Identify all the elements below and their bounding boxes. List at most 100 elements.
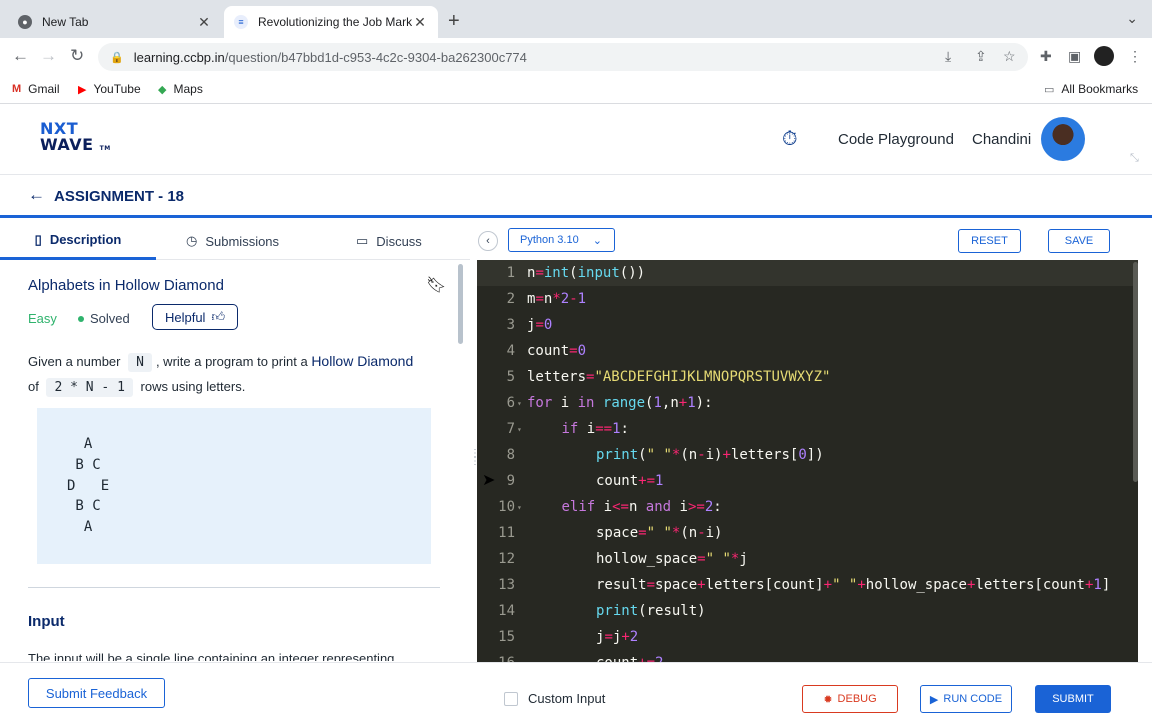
fold-chevron-icon[interactable]: ▾ [517,425,522,434]
close-icon[interactable]: ✕ [412,14,428,31]
chevron-down-icon: ⌄ [592,234,602,247]
code-token: ]) [806,447,824,463]
profile-avatar-icon[interactable] [1094,46,1114,66]
code-line[interactable]: 13 result=space+letters[count]+" "+hollow… [477,572,1138,598]
save-button[interactable]: SAVE [1048,229,1110,253]
avatar[interactable] [1041,117,1085,161]
code-token: letters[count] [705,577,824,593]
code-line[interactable]: 14 print(result) [477,598,1138,624]
custom-input-checkbox[interactable] [504,691,518,706]
code-line[interactable]: 1 n=int(input()) [477,260,1138,286]
more-vert-icon[interactable]: ⋮ [1128,48,1142,65]
run-code-button[interactable]: ▶ RUN CODE [920,685,1012,713]
submit-feedback-button[interactable]: Submit Feedback [28,678,165,708]
code-line[interactable]: 2 m=n*2-1 [477,286,1138,312]
fold-chevron-icon[interactable]: ▾ [517,399,522,408]
line-number: 13 [498,577,515,593]
tab-description[interactable]: ▯ Description [0,222,156,260]
code-chip: N [128,353,152,372]
submit-button[interactable]: SUBMIT [1035,685,1111,713]
download-icon[interactable]: ⤓ [945,48,951,65]
user-name[interactable]: Chandini [972,131,1031,148]
status-label: Solved [90,311,130,326]
reset-button[interactable]: RESET [958,229,1021,253]
code-text: letters="ABCDEFGHIJKLMNOPQRSTUVWXYZ" [527,369,830,385]
code-token: = [697,551,706,567]
code-token: <= [612,499,629,515]
code-token: if [561,421,579,437]
reload-icon[interactable]: ↻ [70,46,84,66]
code-token: i) [705,525,723,541]
pane-resize-handle[interactable]: ⋮ ⋮ [470,449,480,486]
code-line[interactable]: 9 count+=1 [477,468,1138,494]
code-line[interactable]: 6 ▾ for i in range(1,n+1): [477,390,1138,416]
status-dot [78,315,84,322]
helpful-button[interactable]: Helpful 👍︎ [152,304,238,330]
left-scrollbar[interactable] [458,264,463,344]
desc-text: rows using letters. [140,379,246,394]
logo-line-2: WAVE [40,135,94,154]
code-line[interactable]: 8 print(" "*(n-i)+letters[0]) [477,442,1138,468]
line-number: 4 [506,343,515,359]
code-token: " " [646,525,672,541]
close-icon[interactable]: ✕ [196,14,212,31]
bookmark-gmail[interactable]: M Gmail [12,82,60,96]
code-text: result=space+letters[count]+" "+hollow_s… [596,577,1110,593]
code-token: count [596,473,639,489]
back-arrow-icon[interactable]: ← [12,46,29,66]
code-line[interactable]: 10 ▾ elif i<=n and i>=2: [477,494,1138,520]
debug-button[interactable]: ✹ DEBUG [802,685,898,713]
nxtwave-logo[interactable]: NXT WAVE TM [40,121,111,157]
code-line[interactable]: 3 j=0 [477,312,1138,338]
code-token: : [620,421,629,437]
back-arrow-icon[interactable]: ← [28,185,45,205]
extensions-icon[interactable]: ✚ [1040,48,1052,65]
tab-submissions[interactable]: ◷ Submissions [186,222,279,260]
bookmark-label: Maps [173,82,203,96]
star-icon[interactable]: ☆ [1003,48,1016,65]
code-text: count=0 [527,343,586,359]
code-line[interactable]: 5 letters="ABCDEFGHIJKLMNOPQRSTUVWXYZ" [477,364,1138,390]
code-text: space=" "*(n-i) [596,525,722,541]
code-line[interactable]: 15 j=j+2 [477,624,1138,650]
code-token: ( [569,265,578,281]
forward-arrow-icon[interactable]: → [40,46,57,66]
code-token: for [527,395,553,411]
custom-input-toggle[interactable]: Custom Input [504,691,605,706]
code-token: + [857,577,866,593]
code-line[interactable]: 11 space=" "*(n-i) [477,520,1138,546]
code-token: ()) [619,265,646,281]
line-number: 2 [506,291,515,307]
url-bar[interactable]: 🔒 learning.ccbp.in/question/b47bbd1d-c95… [98,43,1028,71]
code-line[interactable]: 12 hollow_space=" "*j [477,546,1138,572]
bookmark-icon[interactable]: 🔖︎ [426,275,446,295]
code-token: + [621,629,630,645]
browser-tab-new-tab[interactable]: ● New Tab ✕ [8,6,222,38]
chevron-down-icon[interactable]: ⌄ [1126,10,1138,27]
new-tab-plus-icon[interactable]: + [448,10,460,33]
collapse-icon[interactable]: ⤡ [1130,152,1139,165]
share-icon[interactable]: ⇪ [975,48,987,65]
language-label: Python 3.10 [520,234,579,246]
language-select[interactable]: Python 3.10 ⌄ [508,228,615,252]
fold-chevron-icon[interactable]: ▾ [517,503,522,512]
tab-discuss[interactable]: ▭ Discuss [356,222,422,260]
chevron-left-icon[interactable]: ‹ [478,231,498,251]
browser-tab-active[interactable]: ≡ Revolutionizing the Job Market ✕ [224,6,438,38]
sidepanel-icon[interactable]: ▣ [1068,48,1081,65]
all-bookmarks[interactable]: ▭ All Bookmarks [1044,82,1138,96]
code-text: hollow_space=" "*j [596,551,748,567]
code-playground-link[interactable]: Code Playground [838,131,954,148]
editor-scrollbar[interactable] [1133,262,1138,482]
code-line[interactable]: 4 count=0 [477,338,1138,364]
desc-text: , write a program to print a [155,354,308,369]
code-text: if i==1: [562,421,629,437]
bookmark-youtube[interactable]: ▶ YouTube [78,82,141,96]
code-editor[interactable]: 1 n=int(input()) 2 m=n*2-1 3 j=0 4 count=0 5 lett… [477,260,1138,674]
site-favicon-icon: ≡ [234,15,248,29]
line-number: 10 [498,499,515,515]
bookmark-maps[interactable]: ◆ Maps [158,82,203,96]
code-line[interactable]: 7 ▾ if i==1: [477,416,1138,442]
all-bookmarks-label: All Bookmarks [1061,82,1139,96]
stopwatch-icon[interactable]: ⏱ [782,128,798,151]
